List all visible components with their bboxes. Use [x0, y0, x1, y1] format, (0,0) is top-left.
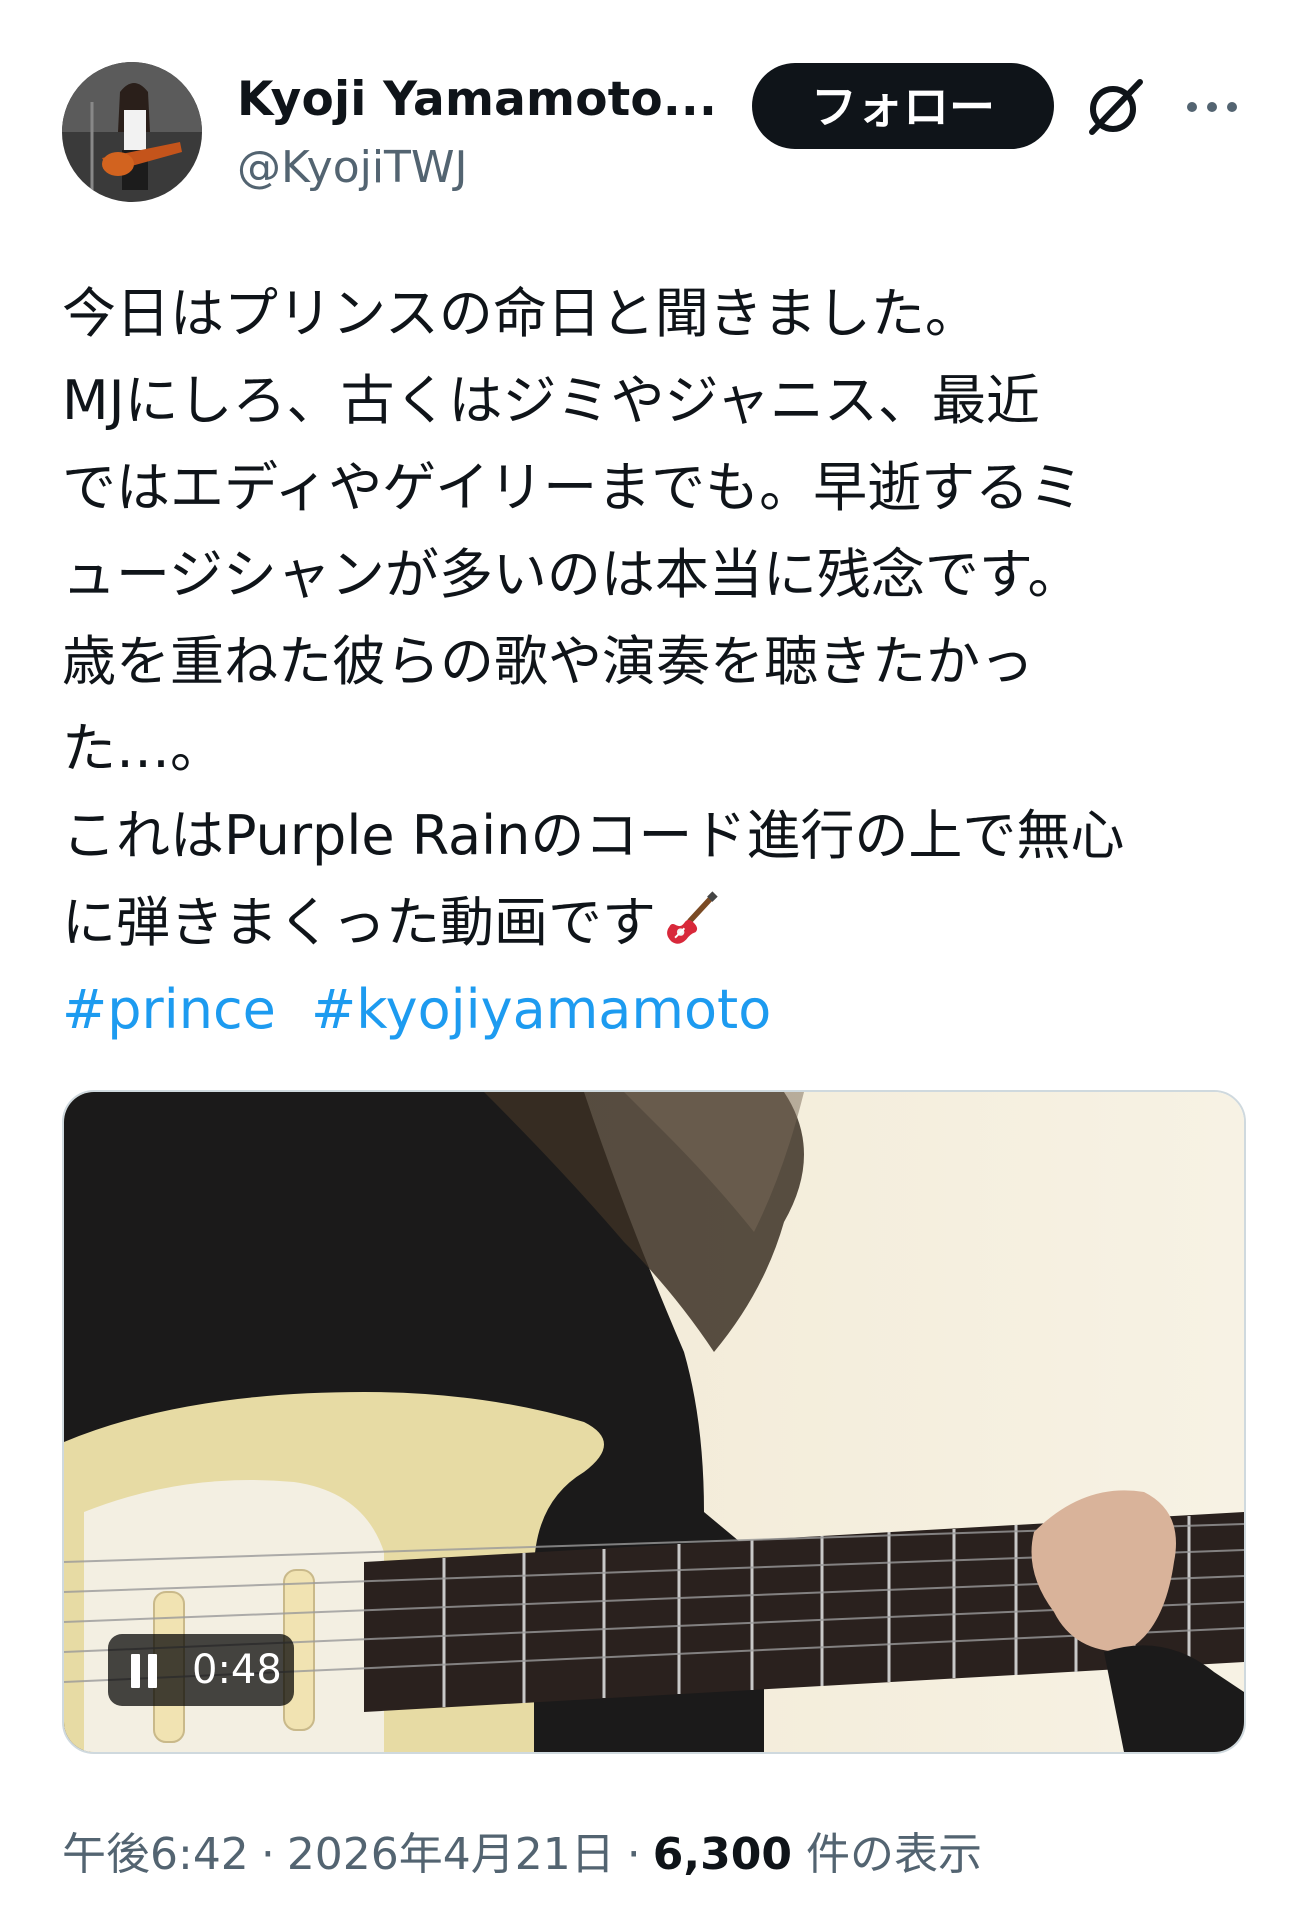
tweet-line-last: に弾きまくった動画です	[62, 879, 1242, 966]
display-name[interactable]: Kyoji Yamamoto...	[237, 70, 717, 130]
hashtags: #prince #kyojiyamamoto	[62, 966, 789, 1053]
tweet-line: 今日はプリンスの命日と聞きました。	[62, 282, 979, 345]
hashtag-prince[interactable]: #prince	[62, 978, 276, 1041]
post-date[interactable]: 2026年4月21日	[287, 1829, 615, 1880]
hashtag-kyojiyamamoto[interactable]: #kyojiyamamoto	[311, 978, 771, 1041]
tweet-line: た…。	[62, 717, 224, 780]
post-time[interactable]: 午後6:42	[62, 1829, 249, 1880]
separator: ·	[260, 1829, 275, 1880]
views-count: 6,300	[652, 1829, 792, 1880]
tweet-line: に弾きまくった動画です	[62, 891, 656, 954]
guitar-emoji	[667, 891, 718, 944]
video-time: 0:48	[192, 1647, 282, 1693]
avatar-image	[62, 62, 202, 202]
tweet-line: ュージシャンが多いのは本当に残念です。	[62, 543, 1082, 606]
tweet-meta: 午後6:42 · 2026年4月21日 · 6,300 件の表示	[62, 1825, 982, 1885]
video-time-badge: 0:48	[108, 1634, 294, 1706]
avatar[interactable]	[62, 62, 202, 202]
more-icon[interactable]	[1177, 72, 1247, 142]
tweet-text: 今日はプリンスの命日と聞きました。 MJにしろ、古くはジミやジャニス、最近 では…	[62, 270, 1242, 966]
separator: ·	[626, 1829, 641, 1880]
handle[interactable]: @KyojiTWJ	[237, 138, 717, 198]
tweet-line: ではエディやゲイリーまでも。早逝するミ	[62, 456, 1084, 519]
tweet-header: Kyoji Yamamoto... @KyojiTWJ フォロー	[62, 62, 1242, 202]
grok-icon[interactable]	[1080, 72, 1150, 142]
author-names: Kyoji Yamamoto... @KyojiTWJ	[237, 70, 717, 198]
follow-button[interactable]: フォロー	[752, 63, 1054, 149]
tweet-line: 歳を重ねた彼らの歌や演奏を聴きたかっ	[62, 630, 1034, 693]
tweet-line: MJにしろ、古くはジミやジャニス、最近	[62, 369, 1040, 432]
views-label: 件の表示	[805, 1829, 982, 1880]
video-player[interactable]: 0:48	[62, 1090, 1246, 1754]
pause-icon[interactable]	[128, 1654, 162, 1688]
tweet-line: これはPurple Rainのコード進行の上で無心	[62, 804, 1125, 867]
